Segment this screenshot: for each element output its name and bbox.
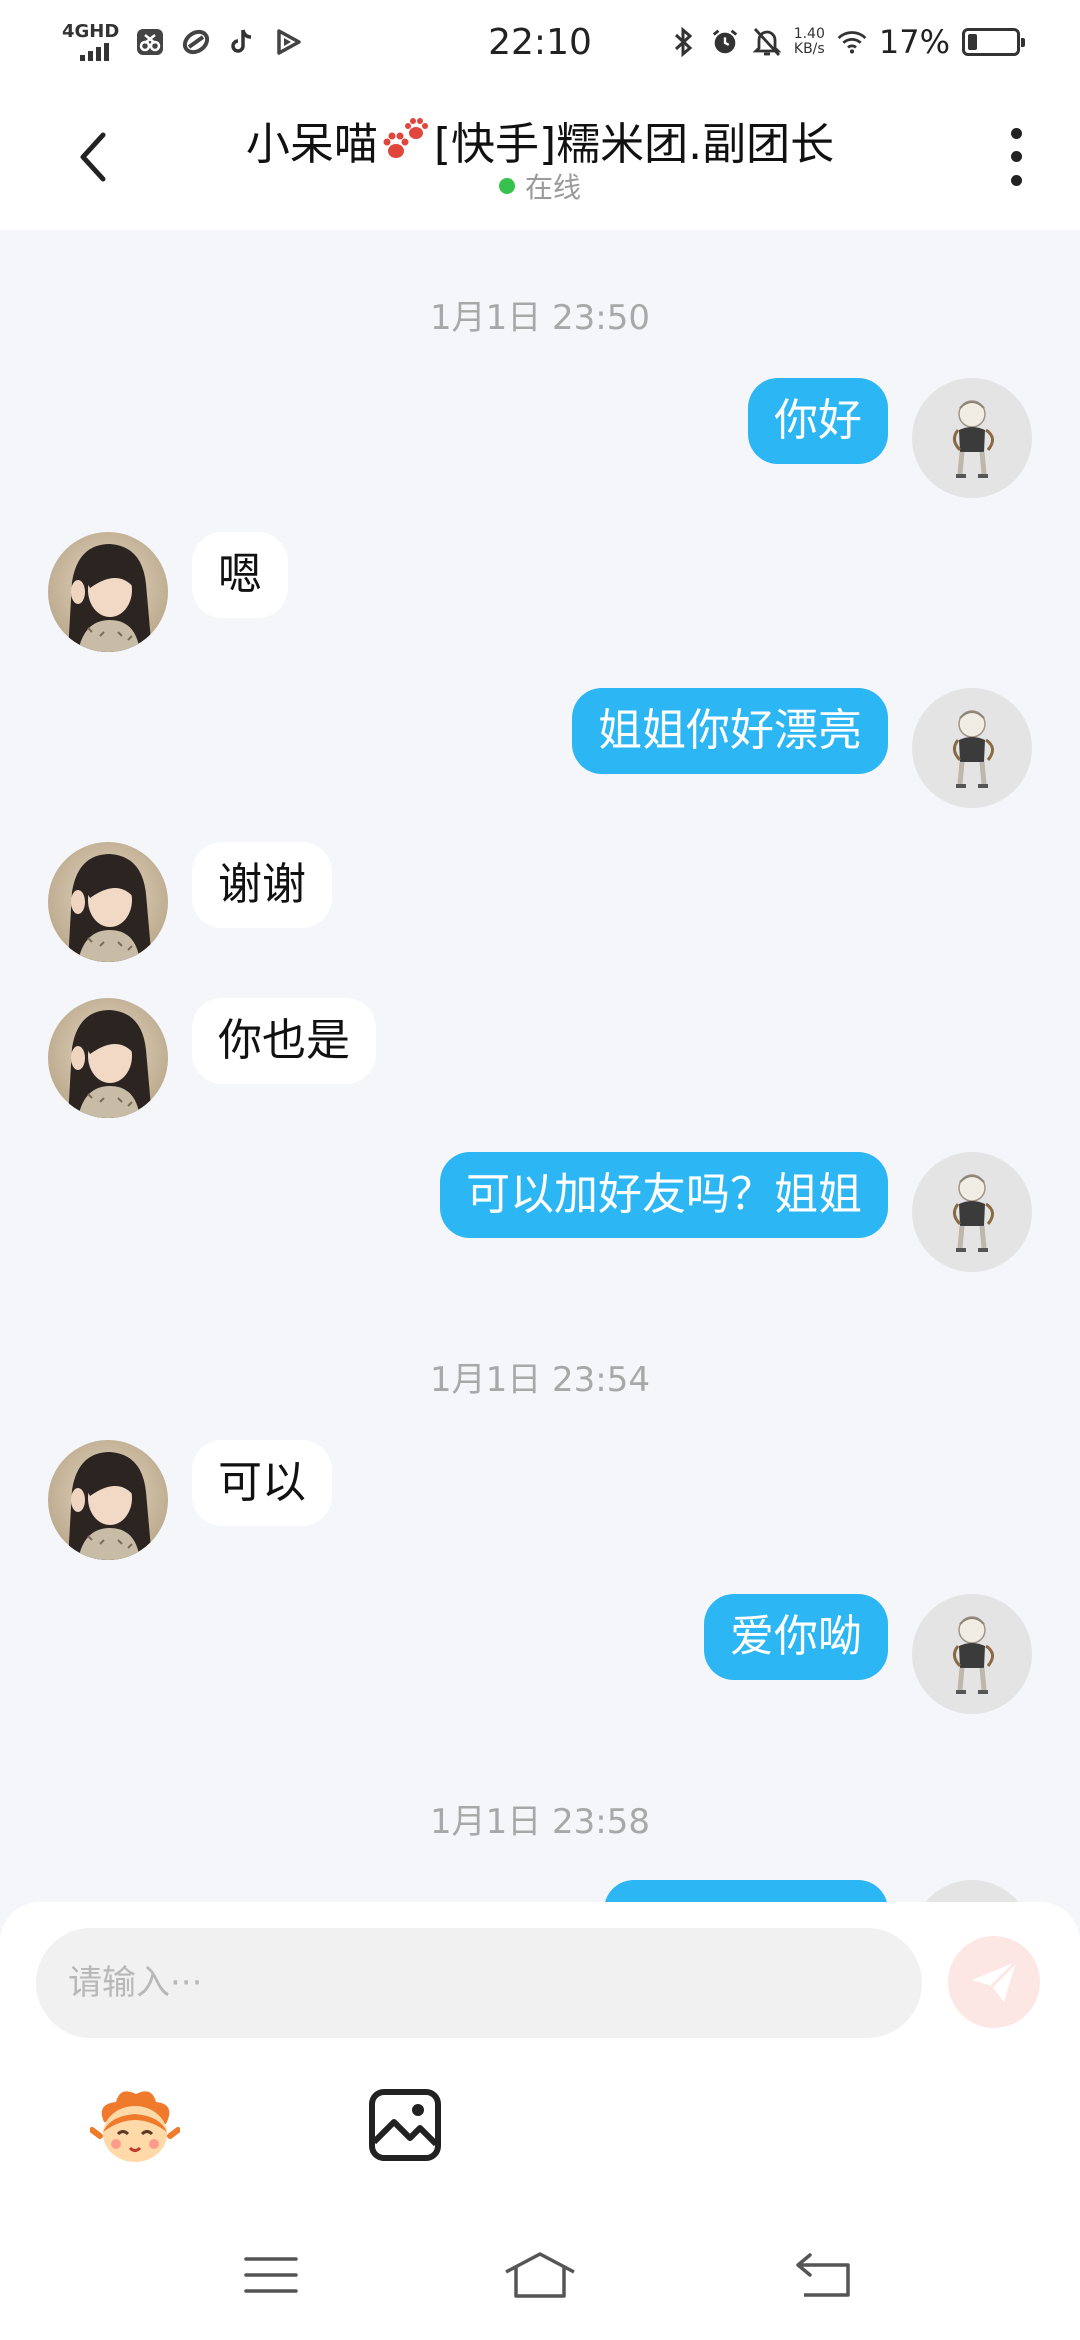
message-row-incoming: 谢谢 xyxy=(0,842,1080,962)
mute-icon xyxy=(752,27,782,57)
incoming-message-bubble[interactable]: 嗯 xyxy=(192,532,288,618)
my-avatar[interactable] xyxy=(912,378,1032,498)
wifi-icon xyxy=(837,27,867,57)
online-dot-icon xyxy=(498,178,515,194)
presence-label: 在线 xyxy=(524,171,581,204)
image-icon[interactable] xyxy=(366,2086,444,2164)
message-row-outgoing: 姐姐你好漂亮 xyxy=(0,688,1080,808)
message-row-outgoing: 爱你呦 xyxy=(0,1594,1080,1714)
message-timestamp: 1月1日 23:50 xyxy=(429,298,651,338)
contact-avatar[interactable] xyxy=(48,998,168,1118)
incoming-message-bubble[interactable]: 可以 xyxy=(192,1440,332,1526)
more-vertical-icon xyxy=(1010,128,1022,140)
chat-header: 小呆喵 [快手]糯米团.副团长 在线 xyxy=(0,84,1080,230)
presence-status: 在线 xyxy=(0,166,1080,206)
message-timestamp: 1月1日 23:58 xyxy=(429,1802,651,1842)
outgoing-message-bubble[interactable]: 姐姐你好漂亮 xyxy=(572,688,888,774)
contact-title-suffix: [快手]糯米团.副团长 xyxy=(433,119,835,170)
message-row-outgoing: 可以加好友吗？姐姐 xyxy=(0,1152,1080,1272)
contact-name: 小呆喵 [快手]糯米团.副团长 xyxy=(0,108,1080,172)
more-dot xyxy=(1010,151,1022,163)
play-app-icon xyxy=(273,27,303,57)
message-row-incoming: 嗯 xyxy=(0,532,1080,652)
message-row-incoming: 你也是 xyxy=(0,998,1080,1118)
battery-percent: 17% xyxy=(878,23,950,61)
contact-avatar[interactable] xyxy=(48,842,168,962)
message-row-incoming: 可以 xyxy=(0,1440,1080,1560)
paw-icon xyxy=(383,118,428,158)
incoming-message-bubble[interactable]: 你也是 xyxy=(192,998,376,1084)
more-dot xyxy=(1010,174,1022,186)
my-avatar[interactable] xyxy=(912,1152,1032,1272)
nav-menu-button[interactable] xyxy=(231,2240,311,2310)
mascot-emoji-icon[interactable] xyxy=(90,2082,180,2172)
contact-avatar[interactable] xyxy=(48,1440,168,1560)
outgoing-message-bubble[interactable]: 可以加好友吗？姐姐 xyxy=(440,1152,888,1238)
alarm-icon xyxy=(710,27,740,57)
status-bar: 4GHD 22:10 1.40 KB/s 17% xyxy=(0,0,1080,84)
sync-app-icon xyxy=(181,27,211,57)
network-speed: 1.40 KB/s xyxy=(794,27,825,57)
scissors-app-icon xyxy=(135,27,165,57)
message-timestamp: 1月1日 23:54 xyxy=(429,1360,651,1400)
message-input[interactable] xyxy=(36,1928,922,2038)
network-indicator: 4GHD xyxy=(62,23,119,61)
more-options-button[interactable] xyxy=(996,122,1036,192)
paper-plane-icon xyxy=(972,1960,1018,2002)
send-button[interactable] xyxy=(948,1936,1040,2028)
tiktok-icon xyxy=(227,27,257,57)
back-arrow-icon xyxy=(796,2253,850,2297)
my-avatar[interactable] xyxy=(912,1594,1032,1714)
network-label: 4GHD xyxy=(62,21,120,42)
status-right: 1.40 KB/s 17% xyxy=(668,23,1025,61)
menu-icon xyxy=(244,2257,298,2293)
signal-icon xyxy=(80,43,109,61)
network-speed-unit: KB/s xyxy=(793,41,825,57)
my-avatar[interactable] xyxy=(912,688,1032,808)
contact-name-main: 小呆喵 xyxy=(245,119,378,170)
home-icon xyxy=(505,2252,575,2298)
contact-avatar[interactable] xyxy=(48,532,168,652)
bluetooth-icon xyxy=(668,26,698,58)
nav-back-button[interactable] xyxy=(784,2240,864,2310)
nav-home-button[interactable] xyxy=(500,2240,580,2310)
incoming-message-bubble[interactable]: 谢谢 xyxy=(192,842,332,928)
status-left: 4GHD xyxy=(62,23,422,61)
outgoing-message-bubble[interactable]: 你好 xyxy=(748,378,888,464)
network-speed-value: 1.40 xyxy=(793,26,825,42)
message-row-outgoing: 你好 xyxy=(0,378,1080,498)
outgoing-message-bubble[interactable]: 爱你呦 xyxy=(704,1594,888,1680)
battery-icon xyxy=(962,28,1025,56)
